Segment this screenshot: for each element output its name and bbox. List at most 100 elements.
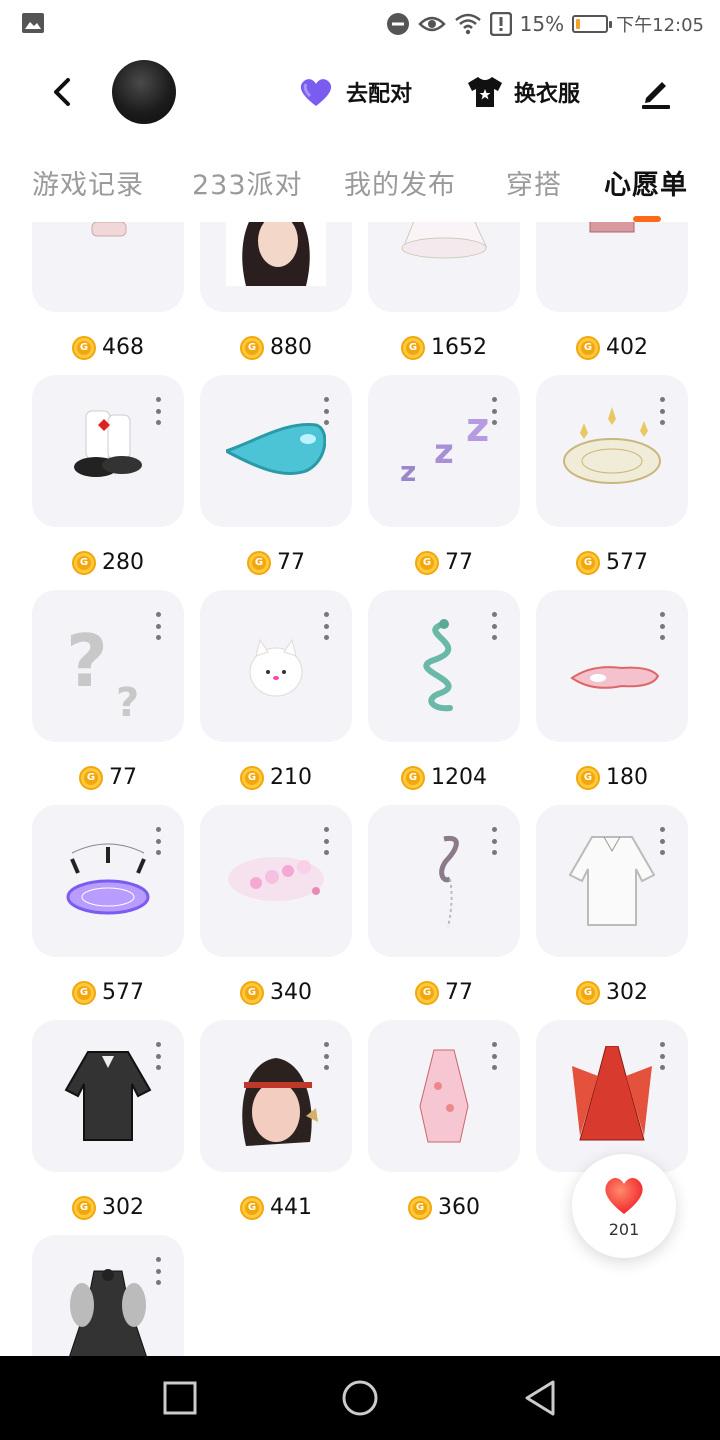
more-options-icon[interactable] (322, 612, 330, 640)
item-card[interactable] (536, 375, 688, 527)
wishlist-item[interactable]: 280 (32, 375, 184, 590)
item-card[interactable] (32, 1020, 184, 1172)
price-value: 77 (277, 550, 305, 575)
more-options-icon[interactable] (658, 397, 666, 425)
item-card[interactable] (368, 805, 520, 957)
hairstyle-bow-icon (226, 222, 326, 286)
status-time: 下午12:05 (616, 15, 704, 36)
tab-outfits[interactable]: 穿搭 (506, 163, 562, 202)
eye-comfort-icon (417, 16, 446, 32)
wishlist-count: 201 (608, 1219, 640, 1239)
back-arrow-icon[interactable] (44, 72, 80, 112)
coin-icon (576, 550, 600, 575)
wifi-icon (454, 13, 481, 35)
pink-shoes-icon (589, 222, 635, 233)
more-options-icon[interactable] (154, 827, 162, 855)
item-card[interactable] (200, 590, 352, 742)
item-card[interactable] (32, 1235, 184, 1356)
wishlist-item[interactable]: 402 (536, 222, 688, 375)
svg-text:?: ? (66, 619, 108, 703)
more-options-icon[interactable] (322, 397, 330, 425)
coin-icon (408, 1195, 432, 1220)
wishlist-item[interactable]: 340 (200, 805, 352, 1020)
wishlist-item[interactable]: 577 (32, 805, 184, 1020)
item-price: 1652 (368, 335, 520, 360)
more-options-icon[interactable] (490, 612, 498, 640)
wishlist-item[interactable]: 360 (368, 1020, 520, 1235)
price-value: 577 (606, 550, 648, 575)
wishlist-item[interactable]: 77 (200, 375, 352, 590)
item-card[interactable] (536, 590, 688, 742)
pink-slippers-icon (570, 666, 660, 689)
recent-apps-icon[interactable] (160, 1378, 200, 1418)
tab-233-party[interactable]: 233派对 (192, 163, 303, 202)
more-options-icon[interactable] (490, 827, 498, 855)
item-card[interactable] (536, 805, 688, 957)
home-icon[interactable] (340, 1378, 380, 1418)
wishlist-item[interactable]: 880 (200, 222, 352, 375)
item-card[interactable] (200, 222, 352, 312)
price-value: 302 (102, 1195, 144, 1220)
item-card[interactable] (368, 590, 520, 742)
wishlist-item[interactable]: 180 (536, 590, 688, 805)
more-options-icon[interactable] (490, 1042, 498, 1070)
wishlist-item[interactable] (32, 1235, 184, 1356)
match-button[interactable]: 去配对 (296, 72, 412, 112)
item-card[interactable] (200, 375, 352, 527)
more-options-icon[interactable] (322, 827, 330, 855)
wishlist-item[interactable]: 1652 (368, 222, 520, 375)
wishlist-item[interactable]: 1204 (368, 590, 520, 805)
item-price: 210 (200, 765, 352, 790)
tab-wishlist[interactable]: 心愿单 (604, 163, 688, 202)
item-card[interactable]: ?? (32, 590, 184, 742)
item-card[interactable] (536, 1020, 688, 1172)
item-card[interactable] (32, 375, 184, 527)
more-options-icon[interactable] (154, 1042, 162, 1070)
item-price: 77 (368, 550, 520, 575)
wishlist-heart-button[interactable]: 201 (572, 1154, 676, 1258)
coin-icon (576, 335, 600, 360)
item-card[interactable] (32, 805, 184, 957)
red-hanfu-icon (572, 1046, 652, 1141)
coin-icon (240, 1195, 264, 1220)
item-card[interactable] (200, 805, 352, 957)
wishlist-item[interactable]: 441 (200, 1020, 352, 1235)
item-card[interactable] (368, 222, 520, 312)
item-card[interactable] (536, 222, 688, 312)
more-options-icon[interactable] (490, 397, 498, 425)
more-options-icon[interactable] (658, 612, 666, 640)
wishlist-item[interactable]: 210 (200, 590, 352, 805)
item-price: 77 (368, 980, 520, 1005)
price-value: 360 (438, 1195, 480, 1220)
price-value: 577 (102, 980, 144, 1005)
purple-magic-circle-icon (66, 843, 150, 915)
item-card[interactable] (32, 222, 184, 312)
tab-game-records[interactable]: 游戏记录 (32, 163, 144, 202)
edit-pencil-icon[interactable] (638, 74, 674, 110)
wishlist-item[interactable]: 77 (368, 805, 520, 1020)
purple-heart-icon (300, 79, 332, 106)
back-nav-icon[interactable] (520, 1378, 560, 1418)
item-card[interactable]: zzz (368, 375, 520, 527)
more-options-icon[interactable] (322, 1042, 330, 1070)
item-card[interactable] (200, 1020, 352, 1172)
more-options-icon[interactable] (154, 397, 162, 425)
wishlist-item[interactable]: ?? 77 (32, 590, 184, 805)
price-value: 77 (445, 550, 473, 575)
item-card[interactable] (368, 1020, 520, 1172)
match-label: 去配对 (346, 82, 413, 107)
more-options-icon[interactable] (658, 827, 666, 855)
more-options-icon[interactable] (154, 612, 162, 640)
wishlist-item[interactable]: 302 (32, 1020, 184, 1235)
wishlist-item[interactable]: zzz 77 (368, 375, 520, 590)
dress-up-button[interactable]: 换衣服 (466, 72, 580, 112)
more-options-icon[interactable] (658, 1042, 666, 1070)
dress-label: 换衣服 (514, 82, 581, 107)
wishlist-item[interactable]: 302 (536, 805, 688, 1020)
wishlist-item[interactable]: 577 (536, 375, 688, 590)
tab-my-posts[interactable]: 我的发布 (344, 163, 456, 202)
item-price: 880 (200, 335, 352, 360)
more-options-icon[interactable] (154, 1257, 162, 1285)
wishlist-item[interactable]: 468 (32, 222, 184, 375)
avatar[interactable] (112, 60, 176, 124)
